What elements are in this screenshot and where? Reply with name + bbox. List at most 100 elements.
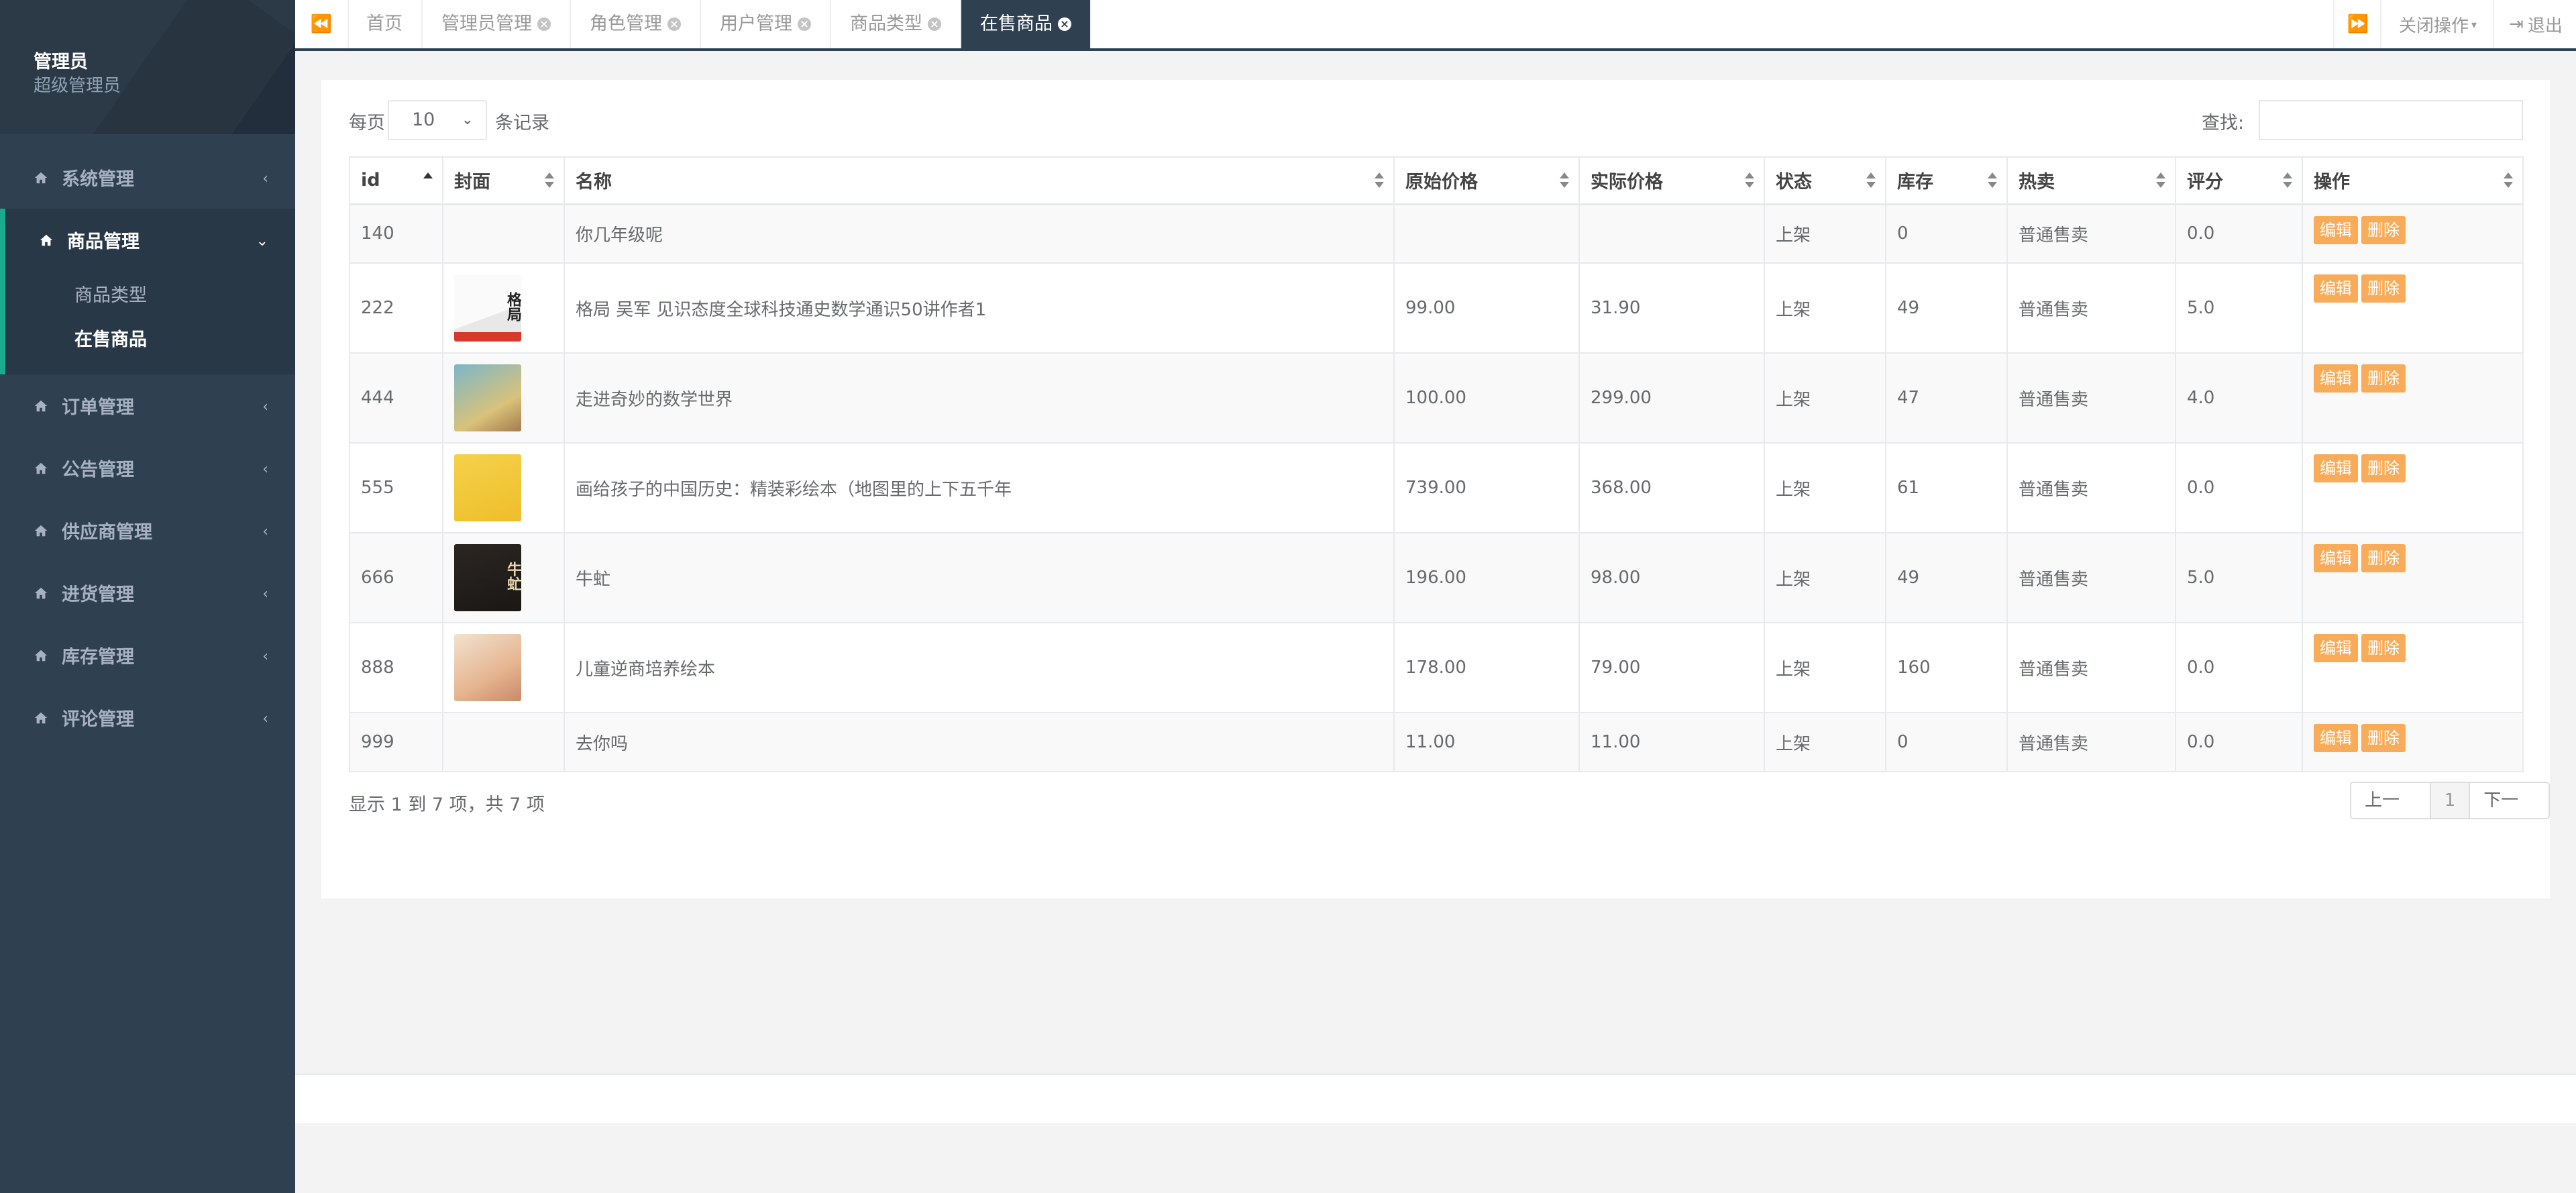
prev-page-button[interactable]: 上一页 — [2351, 783, 2431, 818]
cell-actions: 编辑 删除 — [2302, 262, 2524, 354]
close-icon[interactable]: × — [798, 17, 811, 31]
scroll-tabs-right-button[interactable]: ⏩ — [2333, 0, 2381, 48]
edit-button[interactable]: 编辑 — [2314, 544, 2358, 572]
edit-button[interactable]: 编辑 — [2314, 724, 2358, 752]
cell-id: 555 — [349, 442, 443, 533]
search-input[interactable] — [2259, 100, 2523, 140]
nav-item-purchase[interactable]: 进货管理 ‹ — [0, 562, 295, 624]
cell-real: 98.00 — [1578, 532, 1765, 623]
delete-button[interactable]: 删除 — [2361, 215, 2406, 244]
tab-user-manage[interactable]: 用户管理 × — [701, 0, 831, 48]
home-icon — [34, 711, 48, 725]
column-header-stock[interactable]: 库存 — [1885, 156, 2008, 205]
cell-real: 31.90 — [1578, 262, 1765, 354]
chevron-left-icon: ‹ — [262, 586, 268, 603]
cell-name: 去你吗 — [564, 712, 1395, 772]
profile-name[interactable]: 管理员 — [34, 47, 88, 73]
column-header-status[interactable]: 状态 — [1764, 156, 1886, 205]
delete-button[interactable]: 删除 — [2361, 274, 2406, 303]
table-row: 444 走进奇妙的数学世界 100.00 299.00 上架 47 普通售卖 4.0 编辑 删除 — [349, 352, 2524, 444]
nav-item-label: 进货管理 — [62, 584, 134, 605]
page-length-select[interactable]: 10 ⌄ — [388, 100, 487, 140]
sort-icon — [1988, 172, 1997, 189]
footer — [295, 1074, 2576, 1123]
nav-item-label: 订单管理 — [62, 397, 134, 418]
book-cover-image: 牛虻 — [454, 544, 521, 611]
nav-item-supplier[interactable]: 供应商管理 ‹ — [0, 499, 295, 562]
cell-orig — [1393, 203, 1580, 264]
page-number-button[interactable]: 1 — [2430, 783, 2471, 818]
cell-hot: 普通售卖 — [2006, 712, 2176, 772]
tab-goods-onsale[interactable]: 在售商品 × — [961, 0, 1091, 48]
column-header-original-price[interactable]: 原始价格 — [1393, 156, 1580, 205]
nav-item-goods[interactable]: 商品管理 ⌄ — [0, 209, 295, 271]
cell-orig: 11.00 — [1393, 712, 1580, 772]
tab-label: 商品类型 — [850, 13, 922, 34]
cell-hot: 普通售卖 — [2006, 262, 2176, 354]
cell-orig: 99.00 — [1393, 262, 1580, 354]
delete-button[interactable]: 删除 — [2361, 724, 2406, 752]
tab-role-manage[interactable]: 角色管理 × — [571, 0, 701, 48]
cell-stock: 47 — [1885, 352, 2008, 444]
edit-button[interactable]: 编辑 — [2314, 364, 2358, 393]
cell-actions: 编辑 删除 — [2302, 203, 2524, 264]
column-header-score[interactable]: 评分 — [2175, 156, 2303, 205]
chevron-left-icon: ‹ — [262, 399, 268, 415]
nav-item-inventory[interactable]: 库存管理 ‹ — [0, 624, 295, 686]
cell-hot: 普通售卖 — [2006, 203, 2176, 264]
logout-button[interactable]: ⇥ 退出 — [2493, 0, 2576, 48]
table-row: 222 格局 格局 吴军 见识态度全球科技通史数学通识50讲作者1 99.00 31.9… — [349, 262, 2524, 354]
tab-label: 在售商品 — [980, 13, 1053, 34]
book-cover-image: 格局 — [454, 274, 521, 342]
close-icon[interactable]: × — [667, 17, 681, 31]
nav-item-comments[interactable]: 评论管理 ‹ — [0, 686, 295, 749]
column-header-actions[interactable]: 操作 — [2302, 156, 2524, 205]
next-page-button[interactable]: 下一页 — [2470, 783, 2548, 818]
sort-icon — [1745, 172, 1754, 189]
nav-item-system[interactable]: 系统管理 ‹ — [0, 146, 295, 209]
sign-out-icon: ⇥ — [2509, 14, 2524, 34]
home-icon — [34, 523, 48, 538]
cell-cover — [442, 622, 565, 713]
table-row: 555 画给孩子的中国历史：精装彩绘本（地图里的上下五千年 739.00 368.00… — [349, 442, 2524, 533]
cell-hot: 普通售卖 — [2006, 442, 2176, 533]
nav-item-orders[interactable]: 订单管理 ‹ — [0, 374, 295, 437]
delete-button[interactable]: 删除 — [2361, 544, 2406, 572]
chevron-left-icon: ‹ — [262, 523, 268, 540]
scroll-tabs-left-button[interactable]: ⏪ — [295, 0, 349, 48]
close-icon[interactable]: × — [1058, 17, 1071, 31]
edit-button[interactable]: 编辑 — [2314, 215, 2358, 244]
edit-button[interactable]: 编辑 — [2314, 634, 2358, 662]
tab-admin-manage[interactable]: 管理员管理 × — [423, 0, 571, 48]
subnav-item-goods-type[interactable]: 商品类型 — [5, 274, 295, 318]
delete-button[interactable]: 删除 — [2361, 454, 2406, 482]
edit-button[interactable]: 编辑 — [2314, 274, 2358, 303]
tab-goods-type[interactable]: 商品类型 × — [831, 0, 961, 48]
column-header-hot[interactable]: 热卖 — [2006, 156, 2176, 205]
close-icon[interactable]: × — [537, 17, 551, 31]
tab-label: 首页 — [366, 13, 402, 34]
column-header-name[interactable]: 名称 — [564, 156, 1395, 205]
sort-icon — [2504, 172, 2513, 189]
cell-score: 5.0 — [2175, 262, 2303, 354]
subnav-item-goods-onsale[interactable]: 在售商品 — [5, 318, 295, 362]
delete-button[interactable]: 删除 — [2361, 634, 2406, 662]
close-operations-dropdown[interactable]: 关闭操作 ▾ — [2380, 0, 2494, 48]
delete-button[interactable]: 删除 — [2361, 364, 2406, 393]
column-header-actual-price[interactable]: 实际价格 — [1578, 156, 1765, 205]
cell-name: 走进奇妙的数学世界 — [564, 352, 1395, 444]
column-header-id[interactable]: id — [349, 156, 443, 205]
close-icon[interactable]: × — [928, 17, 941, 31]
nav-item-notice[interactable]: 公告管理 ‹ — [0, 437, 295, 499]
home-icon — [34, 399, 48, 413]
home-icon — [34, 461, 48, 476]
column-header-cover[interactable]: 封面 — [442, 156, 565, 205]
search-label: 查找: — [2202, 113, 2245, 134]
nav-item-label: 公告管理 — [62, 460, 134, 480]
tab-home[interactable]: 首页 — [347, 0, 423, 48]
edit-button[interactable]: 编辑 — [2314, 454, 2358, 482]
table-row: 140 你几年级呢 上架 0 普通售卖 0.0 编辑 删除 — [349, 203, 2524, 264]
logout-label: 退出 — [2527, 15, 2563, 36]
home-icon — [34, 586, 48, 601]
sort-icon — [2283, 172, 2292, 189]
